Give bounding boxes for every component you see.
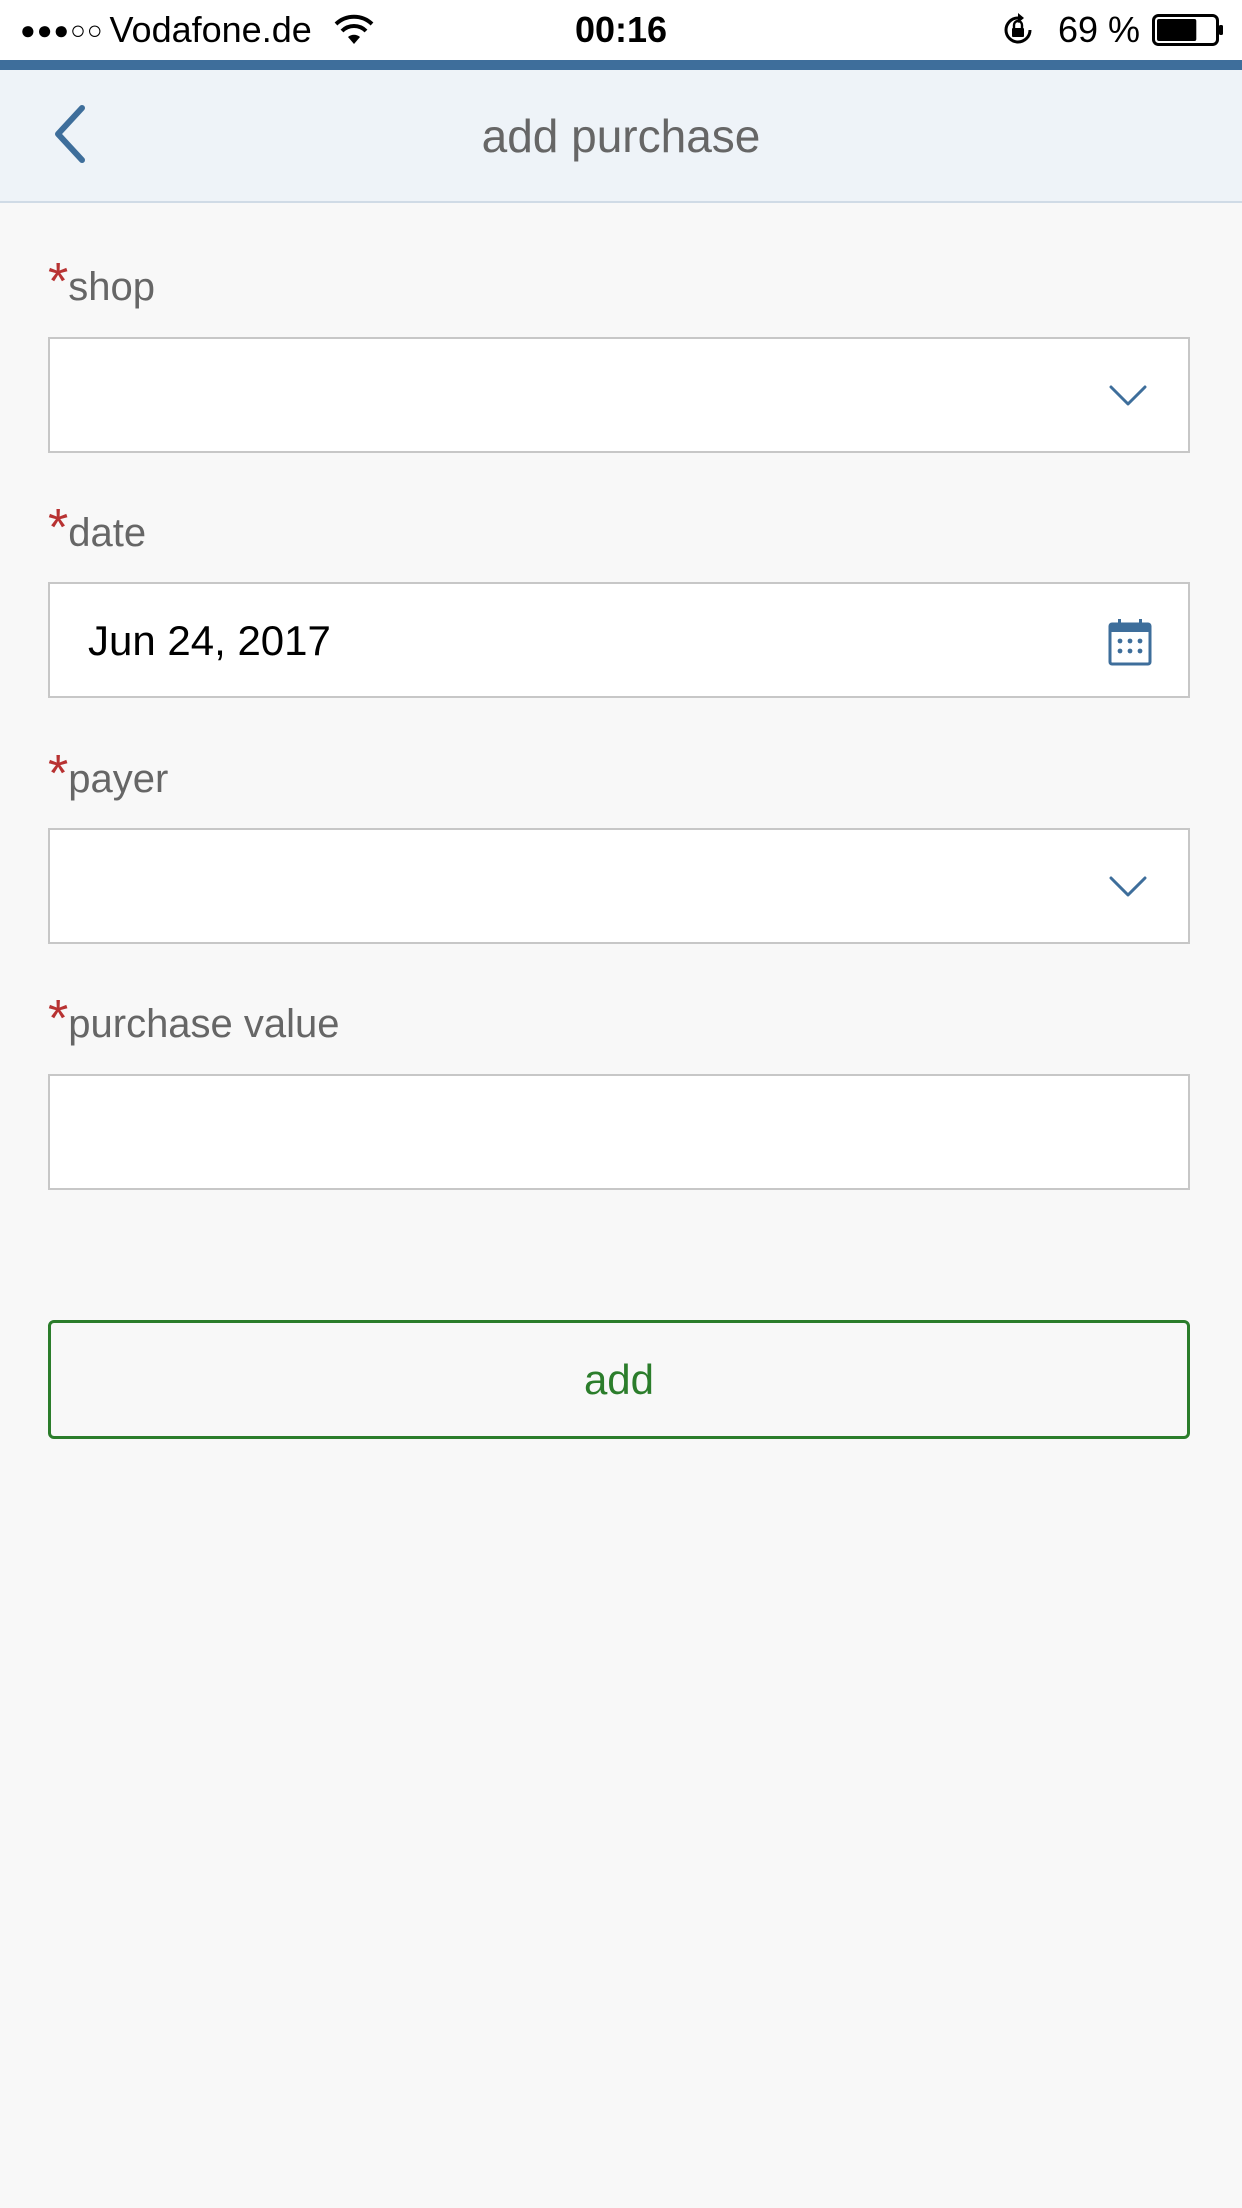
chevron-down-icon — [1109, 876, 1147, 897]
date-label-text: date — [68, 511, 147, 555]
calendar-icon[interactable] — [1108, 618, 1152, 666]
nav-bar: add purchase — [0, 70, 1242, 203]
date-picker[interactable]: Jun 24, 2017 — [48, 582, 1190, 698]
shop-label-text: shop — [68, 265, 155, 309]
page-title: add purchase — [481, 110, 761, 162]
chevron-down-icon — [1109, 385, 1147, 406]
required-marker: * — [48, 745, 69, 803]
purchase-value-input[interactable] — [48, 1074, 1190, 1190]
shop-select[interactable] — [48, 337, 1190, 453]
status-bar: ●●●○○ Vodafone.de 00:16 69 % — [0, 0, 1242, 60]
required-marker: * — [48, 253, 69, 311]
rotation-lock-icon — [1004, 13, 1032, 44]
payer-label-text: payer — [68, 757, 169, 801]
purchase-value-label-text: purchase value — [68, 1002, 340, 1046]
date-label: *date — [48, 502, 147, 558]
purchase-value-label: *purchase value — [48, 993, 340, 1049]
required-marker: * — [48, 990, 69, 1048]
date-value: Jun 24, 2017 — [88, 617, 331, 664]
payer-label: *payer — [48, 748, 169, 804]
accent-stripe — [0, 60, 1242, 70]
required-marker: * — [48, 499, 69, 557]
shop-label: *shop — [48, 256, 155, 312]
payer-select[interactable] — [48, 828, 1190, 944]
battery-icon — [1152, 14, 1223, 46]
status-right: 69 % — [1000, 10, 1224, 50]
battery-percent: 69 % — [1057, 9, 1140, 50]
add-button[interactable]: add — [48, 1320, 1190, 1439]
